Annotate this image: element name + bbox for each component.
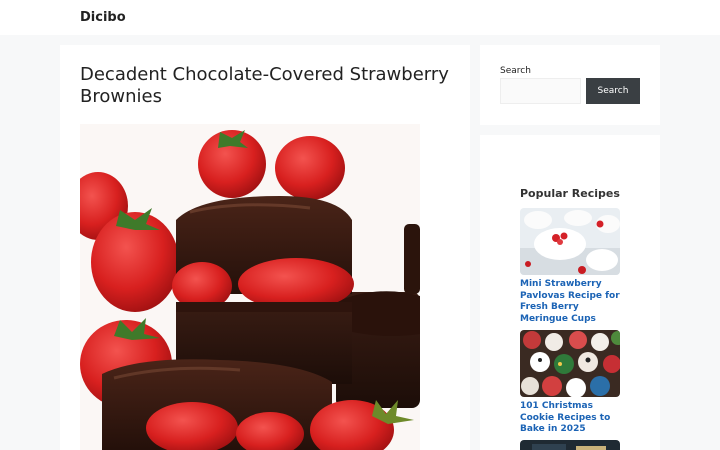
pavlova-icon bbox=[520, 208, 620, 275]
recipe-link-pavlovas[interactable]: Mini Strawberry Pavlovas Recipe for Fres… bbox=[520, 279, 624, 325]
article-container: Decadent Chocolate-Covered Strawberry Br… bbox=[60, 45, 470, 450]
site-title-link[interactable]: Dicibo bbox=[80, 10, 126, 25]
featured-image bbox=[80, 124, 420, 450]
widget-title: Popular Recipes bbox=[520, 187, 620, 200]
recipe-thumbnail[interactable] bbox=[520, 440, 620, 450]
brownie-photo-icon bbox=[80, 124, 420, 450]
christmas-cookies-icon bbox=[520, 330, 620, 397]
christmas-cookies-thumbnail[interactable] bbox=[520, 330, 620, 397]
search-input[interactable] bbox=[500, 78, 581, 104]
recipe-link-christmas-cookies[interactable]: 101 Christmas Cookie Recipes to Bake in … bbox=[520, 401, 624, 436]
popular-recipes-widget: Popular Recipes Mini Strawberry Pavlovas… bbox=[480, 135, 660, 450]
post-title: Decadent Chocolate-Covered Strawberry Br… bbox=[80, 64, 449, 107]
search-label: Search bbox=[500, 66, 531, 76]
pavlova-thumbnail[interactable] bbox=[520, 208, 620, 275]
search-button[interactable]: Search bbox=[586, 78, 640, 104]
site-header: Dicibo bbox=[0, 0, 720, 35]
search-widget: Search Search bbox=[480, 45, 660, 125]
recipe-photo-icon bbox=[520, 440, 620, 450]
